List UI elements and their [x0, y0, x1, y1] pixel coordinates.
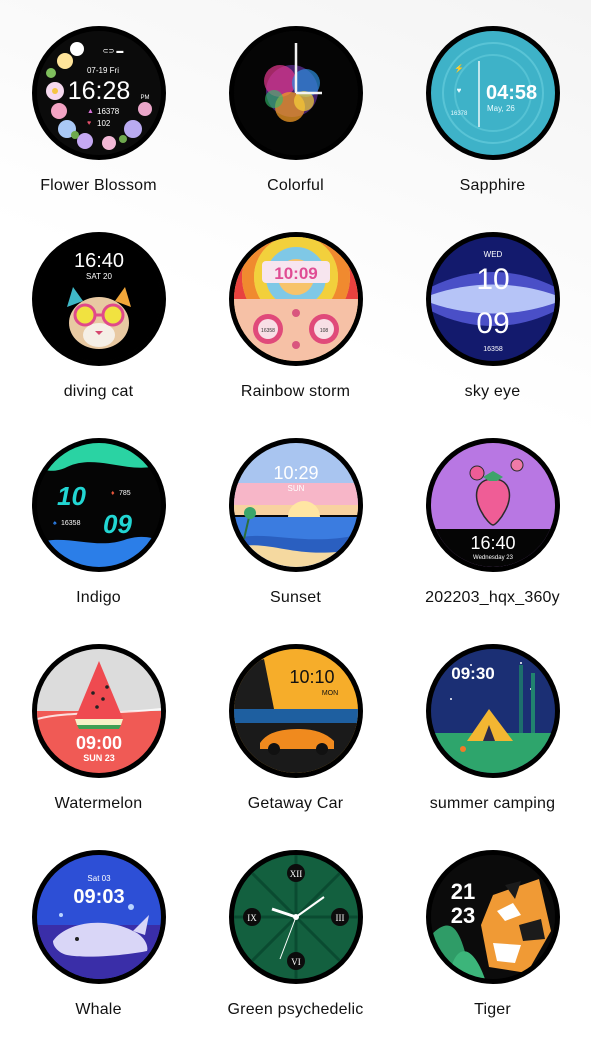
strawberry-face-icon: 16:40 Wednesday 23: [426, 438, 560, 572]
green-psychedelic-face-icon: XII III VI IX: [229, 850, 363, 984]
car-day: MON: [322, 690, 338, 697]
svg-text:⊂⊃ ▬: ⊂⊃ ▬: [103, 48, 124, 55]
watch-face-label: Whale: [75, 1001, 122, 1018]
sunset-day: SUN: [288, 484, 305, 493]
watch-face-tile-sapphire[interactable]: ⚡ ♥ 16378 04:58 May, 26 Sapphire: [394, 0, 591, 206]
svg-text:♠: ♠: [53, 520, 57, 527]
whale-face-icon: Sat 03 09:03: [32, 850, 166, 984]
watermelon-face-icon: 09:00 SUN 23: [32, 644, 166, 778]
watch-face-label: Tiger: [474, 1001, 511, 1018]
watch-face-label: Green psychedelic: [227, 1001, 364, 1018]
sunset-time: 10:29: [273, 463, 318, 483]
flower-date: 07-19 Fri: [87, 66, 119, 75]
watch-face-tile-strawberry[interactable]: 16:40 Wednesday 23 202203_hqx_360y: [394, 412, 591, 618]
watch-face-tile-watermelon[interactable]: 09:00 SUN 23 Watermelon: [0, 618, 197, 824]
indigo-hour: 10: [57, 481, 86, 511]
sapphire-steps: 16378: [451, 111, 468, 117]
getaway-car-face-icon: 10:10 MON: [229, 644, 363, 778]
watch-face-tile-summer-camping[interactable]: 09:30 summer camping: [394, 618, 591, 824]
flower-steps: 16378: [97, 107, 120, 116]
strawberry-time: 16:40: [470, 533, 515, 553]
sapphire-face-icon: ⚡ ♥ 16378 04:58 May, 26: [426, 26, 560, 160]
watch-face-tile-sunset[interactable]: 10:29 SUN Sunset: [197, 412, 394, 618]
tiger-hour: 21: [451, 879, 475, 904]
watch-face-label: 202203_hqx_360y: [425, 589, 560, 606]
watch-face-label: summer camping: [429, 795, 556, 812]
watch-face-tile-indigo[interactable]: 10 09 ♦ 785 ♠ 16358 Indigo: [0, 412, 197, 618]
watch-face-label: Flower Blossom: [40, 177, 157, 194]
whale-date: Sat 03: [87, 874, 111, 883]
rainbow-right-value: 108: [320, 328, 329, 334]
indigo-heart: 785: [119, 490, 131, 497]
sapphire-time: 04:58: [486, 82, 537, 104]
numeral-ix: IX: [247, 913, 257, 923]
watch-face-label: Sunset: [269, 589, 321, 606]
watch-face-label: Indigo: [76, 589, 121, 606]
rainbow-time: 10:09: [274, 264, 317, 283]
watch-face-label: Watermelon: [54, 795, 143, 812]
numeral-iii: III: [336, 913, 345, 923]
cat-time: 16:40: [74, 250, 124, 272]
watch-face-tile-flower-blossom[interactable]: ⊂⊃ ▬ 07-19 Fri 16:28 PM ▲ 16378 ♥ 102 Fl…: [0, 0, 197, 206]
svg-text:♥: ♥: [457, 86, 462, 95]
watch-face-tile-diving-cat[interactable]: 16:40 SAT 20 diving cat: [0, 206, 197, 412]
flower-blossom-face-icon: ⊂⊃ ▬ 07-19 Fri 16:28 PM ▲ 16378 ♥ 102: [32, 26, 166, 160]
summer-camping-face-icon: 09:30: [426, 644, 560, 778]
watch-face-gallery: ⊂⊃ ▬ 07-19 Fri 16:28 PM ▲ 16378 ♥ 102 Fl…: [0, 0, 591, 1040]
sapphire-date: May, 26: [487, 104, 515, 113]
skyeye-hour: 10: [476, 263, 509, 296]
watermelon-time: 09:00: [76, 733, 122, 753]
indigo-minute: 09: [103, 509, 132, 539]
car-time: 10:10: [289, 667, 334, 687]
camping-time: 09:30: [451, 664, 494, 683]
skyeye-steps: 16358: [483, 346, 503, 353]
svg-text:⚡: ⚡: [454, 63, 464, 73]
watch-face-label: Colorful: [267, 177, 324, 194]
watch-face-label: Getaway Car: [247, 795, 344, 812]
skyeye-day: WED: [484, 250, 503, 259]
flower-time: 16:28: [68, 77, 131, 105]
watch-face-tile-green-psychedelic[interactable]: XII III VI IX Green psychedelic: [197, 824, 394, 1030]
svg-text:▲: ▲: [87, 108, 94, 115]
watch-face-tile-getaway-car[interactable]: 10:10 MON Getaway Car: [197, 618, 394, 824]
diving-cat-face-icon: 16:40 SAT 20: [32, 232, 166, 366]
watch-face-tile-colorful[interactable]: Colorful: [197, 0, 394, 206]
watch-face-tile-whale[interactable]: Sat 03 09:03 Whale: [0, 824, 197, 1030]
watch-face-label: sky eye: [464, 383, 521, 400]
sky-eye-face-icon: WED 10 09 16358: [426, 232, 560, 366]
watch-face-label: diving cat: [63, 383, 134, 400]
tiger-face-icon: 21 23: [426, 850, 560, 984]
indigo-face-icon: 10 09 ♦ 785 ♠ 16358: [32, 438, 166, 572]
watch-face-tile-tiger[interactable]: 21 23 Tiger: [394, 824, 591, 1030]
watch-face-label: Sapphire: [459, 177, 526, 194]
watch-face-tile-rainbow-storm[interactable]: 10:09 16358 108 Rainbow storm: [197, 206, 394, 412]
numeral-vi: VI: [291, 957, 301, 967]
flower-heart: 102: [97, 119, 111, 128]
cat-date: SAT 20: [86, 272, 112, 281]
tiger-minute: 23: [451, 903, 475, 928]
numeral-xii: XII: [290, 869, 303, 879]
sunset-face-icon: 10:29 SUN: [229, 438, 363, 572]
svg-text:♦: ♦: [111, 490, 115, 497]
svg-text:♥: ♥: [87, 120, 91, 127]
watch-face-label: Rainbow storm: [240, 383, 351, 400]
flower-ampm: PM: [141, 95, 150, 101]
rainbow-left-value: 16358: [261, 328, 275, 334]
strawberry-date: Wednesday 23: [473, 555, 514, 561]
indigo-steps: 16358: [61, 520, 81, 527]
watch-face-tile-sky-eye[interactable]: WED 10 09 16358 sky eye: [394, 206, 591, 412]
colorful-explosion-face-icon: [229, 26, 363, 160]
skyeye-minute: 09: [476, 307, 509, 340]
watermelon-date: SUN 23: [83, 753, 115, 763]
rainbow-storm-face-icon: 10:09 16358 108: [229, 232, 363, 366]
whale-time: 09:03: [73, 886, 124, 908]
